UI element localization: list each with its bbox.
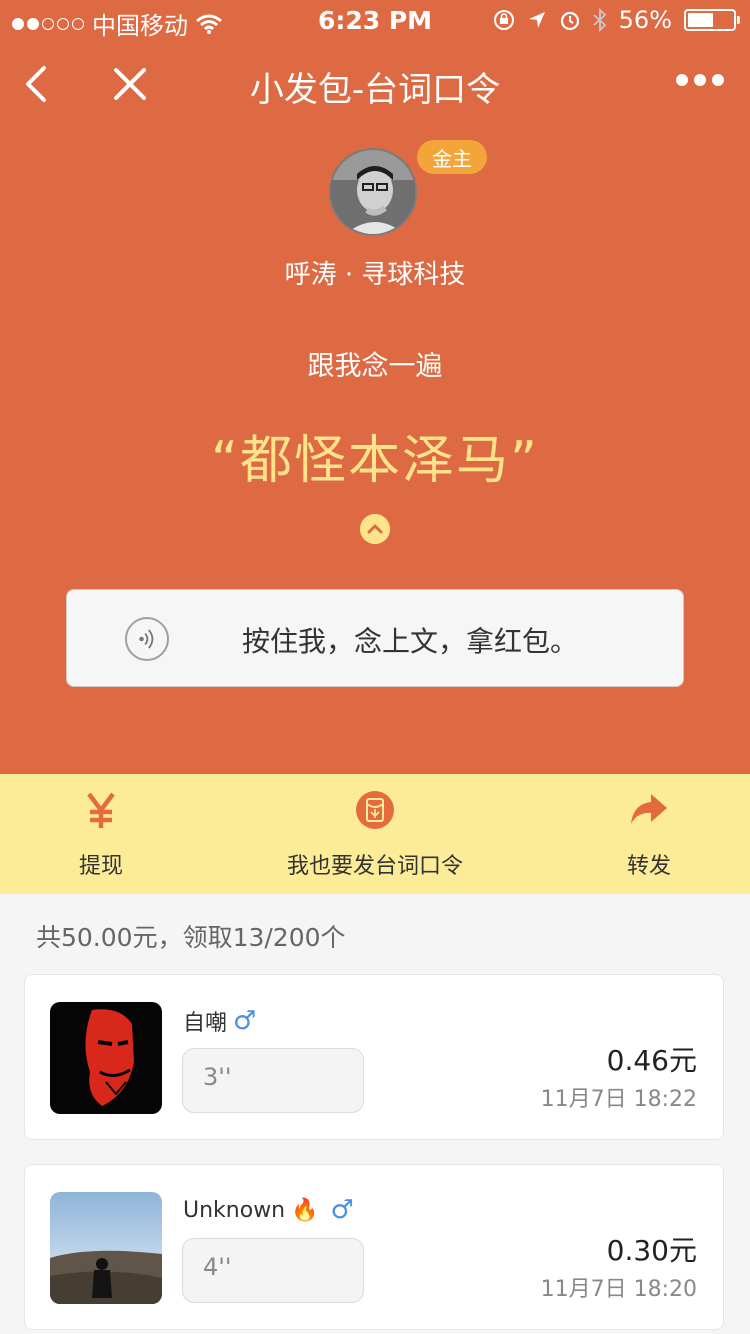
male-gender-icon: ♂: [330, 1195, 354, 1225]
more-dots-icon[interactable]: [676, 74, 724, 86]
male-gender-icon: ♂: [233, 1006, 257, 1036]
voice-message[interactable]: 3'': [182, 1048, 364, 1113]
list-item: Unknown 🔥 ♂ 4'' 0.30元 11月7日 18:20: [24, 1164, 724, 1330]
send-phrase-button[interactable]: 我也要发台词口令: [275, 790, 475, 880]
timestamp: 11月7日 18:22: [540, 1087, 697, 1112]
amount: 0.30元: [606, 1234, 697, 1267]
location-icon: [528, 12, 545, 28]
chevron-up-icon[interactable]: [360, 514, 390, 544]
withdraw-label: 提现: [78, 854, 123, 879]
voice-icon: [125, 617, 169, 661]
voice-message[interactable]: 4'': [182, 1238, 364, 1303]
amount: 0.46元: [606, 1044, 697, 1077]
user-name: Unknown: [183, 1197, 286, 1223]
alarm-icon: [560, 11, 579, 31]
share-arrow-icon: [631, 794, 667, 824]
user-name: 自嘲: [183, 1011, 228, 1036]
host-avatar[interactable]: [329, 148, 417, 236]
red-packet-icon: [356, 791, 394, 829]
challenge-phrase: “都怪本泽马”: [211, 431, 539, 491]
fire-emoji: 🔥: [291, 1197, 319, 1223]
share-label: 转发: [626, 854, 671, 879]
yen-icon: [87, 792, 115, 828]
battery-fill: [688, 13, 713, 27]
challenge-intro: 跟我念一遍: [307, 351, 443, 382]
status-bar: 中国移动 6:23 PM 56%: [0, 0, 750, 40]
withdraw-button[interactable]: 提现: [76, 790, 126, 880]
rotation-lock-icon: [493, 10, 514, 30]
red-packet-summary: 共50.00元，领取13/200个: [36, 923, 346, 952]
user-name-row: Unknown 🔥 ♂: [183, 1195, 354, 1225]
user-avatar[interactable]: [50, 1192, 162, 1304]
list-item: 自嘲 ♂ 3'' 0.46元 11月7日 18:22: [24, 974, 724, 1140]
sponsor-badge: 金主: [417, 140, 487, 174]
bluetooth-icon: [593, 8, 606, 32]
battery-percent: 56%: [618, 6, 672, 34]
user-name-row: 自嘲 ♂: [183, 1005, 256, 1037]
send-phrase-label: 我也要发台词口令: [286, 854, 463, 879]
user-avatar[interactable]: [50, 1002, 162, 1114]
hero-section: 中国移动 6:23 PM 56% 小发包-台词口令 金主 呼涛 · 寻球科技 跟…: [0, 0, 750, 774]
battery-icon: [684, 9, 740, 31]
timestamp: 11月7日 18:20: [540, 1277, 697, 1302]
action-bar: 提现 我也要发台词口令 转发: [0, 774, 750, 894]
share-button[interactable]: 转发: [624, 790, 674, 880]
page-title: 小发包-台词口令: [249, 70, 501, 110]
host-name: 呼涛 · 寻球科技: [284, 260, 466, 290]
record-label: 按住我，念上文，拿红包。: [242, 625, 579, 658]
record-button[interactable]: 按住我，念上文，拿红包。: [66, 589, 684, 687]
